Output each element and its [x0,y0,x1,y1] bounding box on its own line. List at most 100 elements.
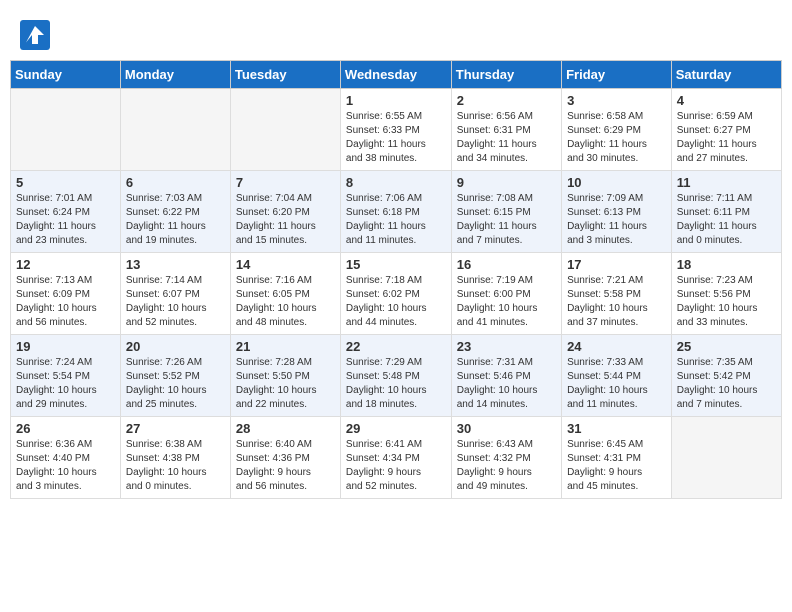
day-number: 29 [346,421,446,436]
day-number: 22 [346,339,446,354]
day-info: Sunrise: 7:19 AM Sunset: 6:00 PM Dayligh… [457,274,556,330]
day-number: 21 [236,339,335,354]
day-info: Sunrise: 7:18 AM Sunset: 6:02 PM Dayligh… [346,274,446,330]
week-row: 26Sunrise: 6:36 AM Sunset: 4:40 PM Dayli… [11,417,782,499]
calendar-header-row: SundayMondayTuesdayWednesdayThursdayFrid… [11,61,782,89]
week-row: 5 Sunrise: 7:01 AM Sunset: 6:24 PM Daylig… [11,171,782,253]
day-info: Sunrise: 6:56 AM Sunset: 6:31 PM Dayligh… [457,110,556,166]
day-header: Thursday [451,61,561,89]
logo [20,20,54,50]
empty-day [11,89,121,171]
page-header [10,10,782,55]
day-info: Sunrise: 6:43 AM Sunset: 4:32 PM Dayligh… [457,438,556,494]
day-info: Sunrise: 6:41 AM Sunset: 4:34 PM Dayligh… [346,438,446,494]
calendar-day: 8 Sunrise: 7:06 AM Sunset: 6:18 PM Daylig… [340,171,451,253]
calendar-day: 11 Sunrise: 7:11 AM Sunset: 6:11 PM Dayli… [671,171,781,253]
day-number: 31 [567,421,666,436]
day-number: 5 [16,175,115,190]
day-info: Sunrise: 6:59 AM Sunset: 6:27 PM Dayligh… [677,110,776,166]
day-number: 14 [236,257,335,272]
day-info: Sunrise: 7:35 AM Sunset: 5:42 PM Dayligh… [677,356,776,412]
day-info: Sunrise: 6:45 AM Sunset: 4:31 PM Dayligh… [567,438,666,494]
calendar-day: 7Sunrise: 7:04 AM Sunset: 6:20 PM Daylig… [230,171,340,253]
calendar-day: 6 Sunrise: 7:03 AM Sunset: 6:22 PM Daylig… [120,171,230,253]
day-header: Sunday [11,61,121,89]
week-row: 19 Sunrise: 7:24 AM Sunset: 5:54 PM Dayli… [11,335,782,417]
day-header: Wednesday [340,61,451,89]
calendar-day: 24 Sunrise: 7:33 AM Sunset: 5:44 PM Dayli… [562,335,672,417]
calendar-day: 28 Sunrise: 6:40 AM Sunset: 4:36 PM Dayli… [230,417,340,499]
day-number: 19 [16,339,115,354]
day-info: Sunrise: 7:11 AM Sunset: 6:11 PM Dayligh… [677,192,776,248]
calendar-day: 5 Sunrise: 7:01 AM Sunset: 6:24 PM Daylig… [11,171,121,253]
day-info: Sunrise: 7:03 AM Sunset: 6:22 PM Dayligh… [126,192,225,248]
day-header: Friday [562,61,672,89]
day-info: Sunrise: 7:23 AM Sunset: 5:56 PM Dayligh… [677,274,776,330]
day-info: Sunrise: 7:29 AM Sunset: 5:48 PM Dayligh… [346,356,446,412]
day-info: Sunrise: 6:40 AM Sunset: 4:36 PM Dayligh… [236,438,335,494]
day-number: 18 [677,257,776,272]
day-header: Monday [120,61,230,89]
calendar-day: 27 Sunrise: 6:38 AM Sunset: 4:38 PM Dayli… [120,417,230,499]
day-number: 27 [126,421,225,436]
calendar-day: 13 Sunrise: 7:14 AM Sunset: 6:07 PM Dayli… [120,253,230,335]
day-number: 8 [346,175,446,190]
calendar-day: 20 Sunrise: 7:26 AM Sunset: 5:52 PM Dayli… [120,335,230,417]
calendar-day: 23Sunrise: 7:31 AM Sunset: 5:46 PM Dayli… [451,335,561,417]
empty-day [671,417,781,499]
day-info: Sunrise: 6:58 AM Sunset: 6:29 PM Dayligh… [567,110,666,166]
day-number: 13 [126,257,225,272]
calendar-day: 1 Sunrise: 6:55 AM Sunset: 6:33 PM Daylig… [340,89,451,171]
day-number: 16 [457,257,556,272]
day-number: 2 [457,93,556,108]
week-row: 12 Sunrise: 7:13 AM Sunset: 6:09 PM Dayli… [11,253,782,335]
day-header: Saturday [671,61,781,89]
day-number: 17 [567,257,666,272]
day-number: 28 [236,421,335,436]
day-number: 12 [16,257,115,272]
day-number: 30 [457,421,556,436]
calendar-day: 18 Sunrise: 7:23 AM Sunset: 5:56 PM Dayli… [671,253,781,335]
day-info: Sunrise: 7:13 AM Sunset: 6:09 PM Dayligh… [16,274,115,330]
calendar-day: 9 Sunrise: 7:08 AM Sunset: 6:15 PM Daylig… [451,171,561,253]
day-header: Tuesday [230,61,340,89]
calendar-day: 29 Sunrise: 6:41 AM Sunset: 4:34 PM Dayli… [340,417,451,499]
calendar-day: 4 Sunrise: 6:59 AM Sunset: 6:27 PM Daylig… [671,89,781,171]
day-info: Sunrise: 6:38 AM Sunset: 4:38 PM Dayligh… [126,438,225,494]
day-info: Sunrise: 7:33 AM Sunset: 5:44 PM Dayligh… [567,356,666,412]
empty-day [230,89,340,171]
calendar-day: 3 Sunrise: 6:58 AM Sunset: 6:29 PM Daylig… [562,89,672,171]
day-info: Sunrise: 7:08 AM Sunset: 6:15 PM Dayligh… [457,192,556,248]
calendar: SundayMondayTuesdayWednesdayThursdayFrid… [10,60,782,499]
calendar-day: 22 Sunrise: 7:29 AM Sunset: 5:48 PM Dayli… [340,335,451,417]
calendar-day: 25 Sunrise: 7:35 AM Sunset: 5:42 PM Dayli… [671,335,781,417]
day-number: 24 [567,339,666,354]
calendar-day: 19 Sunrise: 7:24 AM Sunset: 5:54 PM Dayli… [11,335,121,417]
day-info: Sunrise: 7:21 AM Sunset: 5:58 PM Dayligh… [567,274,666,330]
day-info: Sunrise: 7:28 AM Sunset: 5:50 PM Dayligh… [236,356,335,412]
day-info: Sunrise: 6:55 AM Sunset: 6:33 PM Dayligh… [346,110,446,166]
day-number: 6 [126,175,225,190]
day-number: 11 [677,175,776,190]
logo-icon [20,20,50,50]
day-number: 9 [457,175,556,190]
day-number: 25 [677,339,776,354]
calendar-day: 12 Sunrise: 7:13 AM Sunset: 6:09 PM Dayli… [11,253,121,335]
day-info: Sunrise: 7:01 AM Sunset: 6:24 PM Dayligh… [16,192,115,248]
day-number: 1 [346,93,446,108]
day-number: 20 [126,339,225,354]
day-info: Sunrise: 6:36 AM Sunset: 4:40 PM Dayligh… [16,438,115,494]
calendar-day: 15Sunrise: 7:18 AM Sunset: 6:02 PM Dayli… [340,253,451,335]
day-info: Sunrise: 7:14 AM Sunset: 6:07 PM Dayligh… [126,274,225,330]
week-row: 1 Sunrise: 6:55 AM Sunset: 6:33 PM Daylig… [11,89,782,171]
day-info: Sunrise: 7:06 AM Sunset: 6:18 PM Dayligh… [346,192,446,248]
calendar-day: 14Sunrise: 7:16 AM Sunset: 6:05 PM Dayli… [230,253,340,335]
calendar-day: 21 Sunrise: 7:28 AM Sunset: 5:50 PM Dayli… [230,335,340,417]
calendar-day: 26Sunrise: 6:36 AM Sunset: 4:40 PM Dayli… [11,417,121,499]
calendar-day: 17 Sunrise: 7:21 AM Sunset: 5:58 PM Dayli… [562,253,672,335]
day-number: 3 [567,93,666,108]
day-info: Sunrise: 7:26 AM Sunset: 5:52 PM Dayligh… [126,356,225,412]
day-info: Sunrise: 7:24 AM Sunset: 5:54 PM Dayligh… [16,356,115,412]
calendar-day: 2 Sunrise: 6:56 AM Sunset: 6:31 PM Daylig… [451,89,561,171]
day-number: 4 [677,93,776,108]
